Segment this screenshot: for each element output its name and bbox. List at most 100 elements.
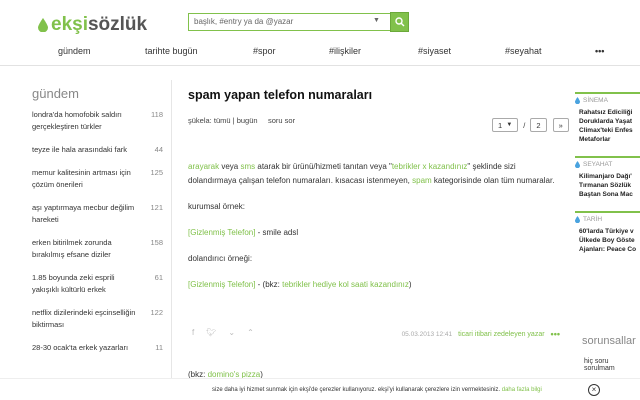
- sidebar-item-label: netflix dizilerindeki eşcinselliğin bikt…: [32, 308, 136, 329]
- promo-line: Climax'teki Enfes: [579, 127, 633, 134]
- entry-text: kategorisinde olan tüm numaralar.: [431, 176, 555, 185]
- nav-item-gundem[interactable]: gündem: [58, 46, 91, 56]
- category-label: SİNEMA: [575, 92, 640, 104]
- entry-text: - smile adsl: [255, 228, 299, 237]
- promo-line: Kilimanjaro Dağı': [579, 173, 632, 180]
- sidebar-item[interactable]: erken bitirilmek zorunda bırakılmış efsa…: [32, 237, 171, 261]
- entry-footer: f 🐦︎ ⌄ ⌃ 05.03.2013 12:41 ticari itibari…: [188, 326, 560, 340]
- nav-item-siyaset[interactable]: #siyaset: [418, 46, 451, 56]
- sidebar-item-label: memur kalitesinin artması için çözüm öne…: [32, 168, 131, 189]
- entry-paragraph: dolandırıcı örneği:: [188, 254, 253, 263]
- entry-text: atarak bir ürünü/hizmeti tanıtan veya ": [255, 162, 392, 171]
- sidebar-item-count: 122: [150, 308, 163, 317]
- sidebar-item-label: aşı yaptırmaya mecbur değilim hareketi: [32, 203, 135, 224]
- right-column: SİNEMA Rahatsız Ediciliği Doruklarda Yaş…: [575, 92, 640, 266]
- sort-all-link[interactable]: tümü: [214, 116, 231, 125]
- category-name: SİNEMA: [583, 97, 608, 104]
- sidebar-item-label: erken bitirilmek zorunda bırakılmış efsa…: [32, 238, 112, 259]
- sidebar-item-label: londra'da homofobik saldırı gerçekleştir…: [32, 110, 122, 131]
- nav-more-button[interactable]: •••: [595, 46, 604, 56]
- upvote-icon[interactable]: ⌄: [228, 328, 235, 337]
- drop-icon: [575, 97, 580, 104]
- drop-icon: [575, 161, 580, 168]
- promo-headline[interactable]: 60'larda Türkiye v Ülkede Boy Göste Ajan…: [579, 227, 640, 254]
- sort-today-link[interactable]: bugün: [237, 116, 258, 125]
- promo-headline[interactable]: Rahatsız Ediciliği Doruklarda Yaşat Clim…: [579, 108, 640, 144]
- sidebar-item[interactable]: memur kalitesinin artması için çözüm öne…: [32, 167, 171, 191]
- entry-author[interactable]: ticari itibari zedeleyen yazar: [458, 331, 544, 338]
- sorunsallar-title[interactable]: sorunsallar: [582, 335, 636, 347]
- category-name: TARİH: [583, 216, 603, 223]
- nav-item-spor[interactable]: #spor: [253, 46, 276, 56]
- top-nav: gündem tarihte bugün #spor #ilişkiler #s…: [0, 46, 640, 60]
- bkz-link[interactable]: arayarak: [188, 162, 219, 171]
- sidebar-item-label: 1.85 boyunda zeki esprili yakışıklı kült…: [32, 273, 115, 294]
- sidebar-item[interactable]: teyze ile hala arasındaki fark 44: [32, 144, 171, 156]
- category-label: SEYAHAT: [575, 156, 640, 168]
- cookie-bar: size daha iyi hizmet sunmak için ekşi'de…: [0, 378, 640, 400]
- drop-icon: [38, 18, 48, 32]
- downvote-icon[interactable]: ⌃: [247, 328, 254, 337]
- category-name: SEYAHAT: [583, 161, 613, 168]
- search-icon: [394, 17, 404, 27]
- logo-text-right: sözlük: [87, 14, 148, 35]
- bkz-link[interactable]: tebrikler hediye kol saati kazandınız: [282, 280, 409, 289]
- entry-paragraph: kurumsal örnek:: [188, 202, 245, 211]
- close-icon[interactable]: ×: [588, 384, 600, 396]
- cookie-more-info-link[interactable]: daha fazla bilgi: [502, 387, 542, 393]
- bkz-link[interactable]: spam: [412, 176, 432, 185]
- promo-headline[interactable]: Kilimanjaro Dağı' Tırmanan Sözlük Baştan…: [579, 172, 640, 199]
- bkz-link[interactable]: sms: [240, 162, 255, 171]
- sidebar-item-count: 44: [154, 145, 163, 154]
- promo-line: Tırmanan Sözlük: [579, 182, 632, 189]
- nav-item-iliskiler[interactable]: #ilişkiler: [329, 46, 361, 56]
- logo-text-left: ekşi: [51, 14, 88, 35]
- bkz-link[interactable]: tebrikler x kazandınız: [392, 162, 468, 171]
- page-select[interactable]: 1 ▼: [492, 118, 519, 132]
- ask-question-link[interactable]: soru sor: [268, 116, 295, 125]
- search-input[interactable]: başlık, #entry ya da @yazar: [188, 13, 390, 31]
- pager: 1 ▼ / 2 »: [492, 118, 569, 132]
- entry-date[interactable]: 05.03.2013 12:41: [402, 331, 453, 338]
- nav-item-tarihte-bugun[interactable]: tarihte bugün: [145, 46, 198, 56]
- promo-line: Doruklarda Yaşat: [579, 118, 632, 125]
- topic-title[interactable]: spam yapan telefon numaraları: [188, 88, 560, 102]
- hidden-phone-link[interactable]: [Gizlenmiş Telefon]: [188, 280, 255, 289]
- promo-line: Ajanları: Peace Co: [579, 246, 637, 253]
- sidebar-item[interactable]: aşı yaptırmaya mecbur değilim hareketi 12…: [32, 202, 171, 226]
- sidebar-item-label: 28-30 ocak'ta erkek yazarları: [32, 343, 129, 352]
- sort-separator: |: [232, 116, 235, 125]
- page-separator: /: [523, 120, 526, 130]
- chevron-down-icon: ▼: [506, 122, 513, 128]
- sidebar-item[interactable]: 1.85 boyunda zeki esprili yakışıklı kült…: [32, 272, 171, 296]
- twitter-icon[interactable]: 🐦︎: [206, 328, 216, 337]
- entry-paragraph: [Gizlenmiş Telefon] - smile adsl: [188, 226, 560, 240]
- sidebar-item[interactable]: netflix dizilerindeki eşcinselliğin bikt…: [32, 307, 171, 331]
- sidebar-item[interactable]: 28-30 ocak'ta erkek yazarları 11: [32, 342, 171, 354]
- sidebar-item-count: 61: [154, 273, 163, 282]
- promo-line: Metaforlar: [579, 136, 611, 143]
- drop-icon: [575, 216, 580, 223]
- cookie-message: size daha iyi hizmet sunmak için ekşi'de…: [212, 387, 502, 393]
- promo-line: Ülkede Boy Göste: [579, 237, 635, 244]
- logo[interactable]: ekşi sözlük: [38, 14, 147, 36]
- search-dropdown-icon[interactable]: ▼: [373, 17, 380, 24]
- page-current: 1: [498, 120, 503, 130]
- sidebar-item-count: 158: [150, 238, 163, 247]
- entry-meta: 05.03.2013 12:41 ticari itibari zedeleye…: [402, 329, 560, 339]
- sidebar-item[interactable]: londra'da homofobik saldırı gerçekleştir…: [32, 109, 171, 133]
- promo-line: Baştan Sona Mac: [579, 191, 633, 198]
- category-label: TARİH: [575, 211, 640, 223]
- entry-paragraph: [Gizlenmiş Telefon] - (bkz: tebrikler he…: [188, 278, 560, 292]
- page-next-button[interactable]: »: [552, 118, 569, 132]
- entry-more-button[interactable]: •••: [551, 329, 560, 339]
- hidden-phone-link[interactable]: [Gizlenmiş Telefon]: [188, 228, 255, 237]
- sort-label: şükela:: [188, 116, 212, 125]
- entry-paragraph: arayarak veya sms atarak bir ürünü/hizme…: [188, 160, 560, 188]
- search-button[interactable]: [390, 12, 409, 32]
- nav-item-seyahat[interactable]: #seyahat: [505, 46, 542, 56]
- entry-text: - (bkz:: [255, 280, 283, 289]
- cookie-text: size daha iyi hizmet sunmak için ekşi'de…: [212, 387, 542, 393]
- facebook-icon[interactable]: f: [192, 328, 194, 337]
- page-last-button[interactable]: 2: [530, 118, 547, 132]
